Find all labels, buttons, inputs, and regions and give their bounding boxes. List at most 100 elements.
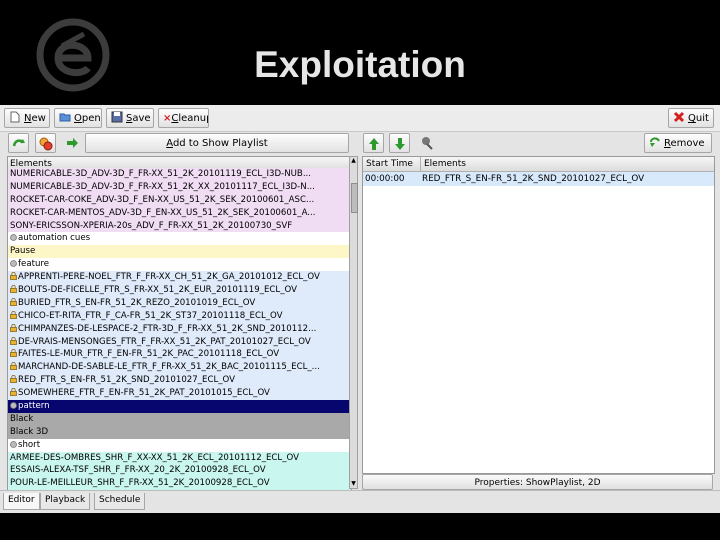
lock-icon bbox=[10, 362, 17, 371]
filter-icon bbox=[39, 137, 53, 151]
add-to-show-playlist-button[interactable]: Add to Show Playlist bbox=[85, 133, 349, 153]
list-item-label: short bbox=[18, 439, 41, 450]
list-item-label: SONY-ERICSSON-XPERIA-20s_ADV_F_FR-XX_51_… bbox=[10, 220, 293, 231]
move-up-button[interactable] bbox=[363, 133, 384, 153]
list-item[interactable]: BOUTS-DE-FICELLE_FTR_S_FR-XX_51_2K_EUR_2… bbox=[8, 284, 351, 297]
list-item-label: NUMERICABLE-3D_ADV-3D_F_FR-XX_51_2K_XX_2… bbox=[10, 181, 315, 192]
refresh-button[interactable] bbox=[8, 133, 29, 153]
tab-playback[interactable]: Playback bbox=[40, 493, 91, 510]
quit-button[interactable]: Quit bbox=[668, 108, 714, 128]
list-item-label: CHIMPANZES-DE-LESPACE-2_FTR-3D_F_FR-XX_5… bbox=[18, 323, 317, 334]
list-item-label: ESSAIS-ALEXA-TSF_SHR_F_FR-XX_20_2K_20100… bbox=[10, 465, 266, 476]
elements-list[interactable]: Elements NUMERICABLE-3D_ADV-3D_F_FR-XX_5… bbox=[7, 156, 352, 491]
refresh-icon bbox=[12, 139, 25, 147]
list-item-label: automation cues bbox=[18, 233, 91, 244]
category-dot-icon bbox=[10, 401, 17, 409]
add-arrow-button[interactable] bbox=[62, 133, 83, 153]
list-item[interactable]: NUMERICABLE-3D_ADV-3D_F_FR-XX_51_2K_2010… bbox=[8, 168, 351, 181]
elements-scrollbar[interactable]: ▲ ▼ bbox=[349, 156, 358, 489]
list-item[interactable]: RED_FTR_S_EN-FR_51_2K_SND_20101027_ECL_O… bbox=[8, 374, 351, 388]
list-item-label: POUR-LE-MEILLEUR_SHR_F_FR-XX_51_2K_20100… bbox=[10, 478, 270, 489]
scroll-down-arrow-icon[interactable]: ▼ bbox=[350, 480, 357, 488]
list-item[interactable]: APPRENTI-PERE-NOEL_FTR_F_FR-XX_CH_51_2K_… bbox=[8, 271, 351, 285]
table-row[interactable]: 00:00:00 RED_FTR_S_EN-FR_51_2K_SND_20101… bbox=[363, 172, 714, 186]
scrollbar-thumb[interactable] bbox=[351, 183, 358, 213]
list-item[interactable]: Pause bbox=[8, 245, 351, 259]
list-item-label: APPRENTI-PERE-NOEL_FTR_F_FR-XX_CH_51_2K_… bbox=[18, 272, 320, 283]
application-window: New Open Save ×Cleanup Quit Add to Show … bbox=[0, 105, 720, 513]
list-item[interactable]: CHICO-ET-RITA_FTR_F_CA-FR_51_2K_ST37_201… bbox=[8, 309, 351, 323]
tab-schedule[interactable]: Schedule bbox=[94, 493, 146, 510]
category-dot-icon bbox=[10, 233, 17, 242]
arrow-right-icon bbox=[67, 138, 78, 148]
list-item[interactable]: NUMERICABLE-3D_ADV-3D_F_FR-XX_51_2K_XX_2… bbox=[8, 180, 351, 194]
lock-icon bbox=[10, 375, 17, 384]
lock-icon bbox=[10, 284, 17, 293]
save-button[interactable]: Save bbox=[106, 108, 154, 128]
element-cell: RED_FTR_S_EN-FR_51_2K_SND_20101027_ECL_O… bbox=[422, 174, 645, 184]
list-item[interactable]: ROCKET-CAR-MENTOS_ADV-3D_F_EN-XX_US_51_2… bbox=[8, 206, 351, 220]
pin-icon bbox=[422, 137, 433, 150]
list-item[interactable]: pattern bbox=[8, 400, 351, 413]
list-item[interactable]: FAITES-LE-MUR_FTR_F_EN-FR_51_2K_PAC_2010… bbox=[8, 348, 351, 362]
list-item-label: ROCKET-CAR-MENTOS_ADV-3D_F_EN-XX_US_51_2… bbox=[10, 207, 316, 218]
lock-icon bbox=[10, 336, 17, 345]
playlist-header: Start Time Elements bbox=[363, 157, 714, 172]
cleanup-button[interactable]: ×Cleanup bbox=[158, 108, 209, 128]
arrow-down-icon bbox=[395, 138, 405, 150]
list-item-label: SOMEWHERE_FTR_F_EN-FR_51_2K_PAT_20101015… bbox=[18, 388, 270, 399]
new-button[interactable]: New bbox=[4, 108, 50, 128]
remove-button[interactable]: Remove bbox=[644, 133, 712, 153]
quit-x-icon bbox=[673, 111, 685, 123]
start-time-column-header[interactable]: Start Time bbox=[363, 157, 421, 171]
list-item-label: CHICO-ET-RITA_FTR_F_CA-FR_51_2K_ST37_201… bbox=[18, 310, 283, 321]
list-item-label: FAITES-LE-MUR_FTR_F_EN-FR_51_2K_PAC_2010… bbox=[18, 349, 280, 360]
list-item[interactable]: ROCKET-CAR-COKE_ADV-3D_F_EN-XX_US_51_2K_… bbox=[8, 193, 351, 207]
filter-button[interactable] bbox=[35, 133, 56, 153]
list-item-label: Pause bbox=[10, 246, 36, 257]
category-dot-icon bbox=[10, 259, 17, 268]
list-item[interactable]: MARCHAND-DE-SABLE-LE_FTR_F_FR-XX_51_2K_B… bbox=[8, 361, 351, 375]
show-playlist-table[interactable]: Start Time Elements 00:00:00 RED_FTR_S_E… bbox=[362, 156, 715, 474]
list-item[interactable]: CHIMPANZES-DE-LESPACE-2_FTR-3D_F_FR-XX_5… bbox=[8, 322, 351, 336]
lock-icon bbox=[10, 272, 17, 281]
list-item[interactable]: SOMEWHERE_FTR_F_EN-FR_51_2K_PAT_20101015… bbox=[8, 387, 351, 401]
list-item[interactable]: POUR-LE-MEILLEUR_SHR_F_FR-XX_51_2K_20100… bbox=[8, 477, 351, 490]
elements-rows: NUMERICABLE-3D_ADV-3D_F_FR-XX_51_2K_2010… bbox=[8, 168, 351, 490]
pin-button[interactable] bbox=[417, 133, 438, 153]
open-button[interactable]: Open bbox=[54, 108, 102, 128]
list-item-label: NUMERICABLE-3D_ADV-3D_F_FR-XX_51_2K_2010… bbox=[10, 169, 312, 179]
start-time-cell: 00:00:00 bbox=[365, 174, 405, 184]
lock-icon bbox=[10, 310, 17, 319]
slide-title: Exploitation bbox=[254, 44, 466, 85]
elements-column-header[interactable]: Elements bbox=[421, 157, 714, 171]
list-item-label: feature bbox=[18, 259, 50, 270]
list-item[interactable]: ARMEE-DES-OMBRES_SHR_F_XX-XX_51_2K_ECL_2… bbox=[8, 451, 351, 465]
properties-button[interactable]: Properties: ShowPlaylist, 2D bbox=[362, 474, 713, 490]
list-item-label: MARCHAND-DE-SABLE-LE_FTR_F_FR-XX_51_2K_B… bbox=[18, 362, 320, 373]
lock-icon bbox=[10, 388, 17, 397]
list-item-label: ARMEE-DES-OMBRES_SHR_F_XX-XX_51_2K_ECL_2… bbox=[10, 452, 300, 463]
list-item[interactable]: automation cues bbox=[8, 232, 351, 246]
list-item-label: BOUTS-DE-FICELLE_FTR_S_FR-XX_51_2K_EUR_2… bbox=[18, 285, 297, 296]
list-item[interactable]: BURIED_FTR_S_EN-FR_51_2K_REZO_20101019_E… bbox=[8, 296, 351, 310]
scroll-up-arrow-icon[interactable]: ▲ bbox=[350, 157, 357, 165]
list-item-label: Black 3D bbox=[10, 426, 49, 437]
category-dot-icon bbox=[10, 440, 17, 448]
lock-icon bbox=[10, 349, 17, 358]
move-down-button[interactable] bbox=[389, 133, 410, 153]
list-item[interactable]: feature bbox=[8, 258, 351, 272]
list-item[interactable]: DE-VRAIS-MENSONGES_FTR_F_FR-XX_51_2K_PAT… bbox=[8, 335, 351, 349]
list-item[interactable]: ESSAIS-ALEXA-TSF_SHR_F_FR-XX_20_2K_20100… bbox=[8, 464, 351, 478]
left-pane-toolbar: Add to Show Playlist bbox=[7, 133, 350, 155]
list-item[interactable]: Black bbox=[8, 412, 351, 426]
tab-editor[interactable]: Editor bbox=[3, 493, 40, 510]
list-item-label: ROCKET-CAR-COKE_ADV-3D_F_EN-XX_US_51_2K_… bbox=[10, 194, 315, 205]
list-item-label: BURIED_FTR_S_EN-FR_51_2K_REZO_20101019_E… bbox=[18, 297, 256, 308]
list-item[interactable]: short bbox=[8, 438, 351, 452]
right-pane-toolbar: Remove bbox=[362, 133, 713, 155]
list-item[interactable]: SONY-ERICSSON-XPERIA-20s_ADV_F_FR-XX_51_… bbox=[8, 219, 351, 233]
list-item-label: pattern bbox=[18, 401, 50, 412]
folder-icon bbox=[59, 113, 71, 122]
list-item[interactable]: Black 3D bbox=[8, 425, 351, 439]
